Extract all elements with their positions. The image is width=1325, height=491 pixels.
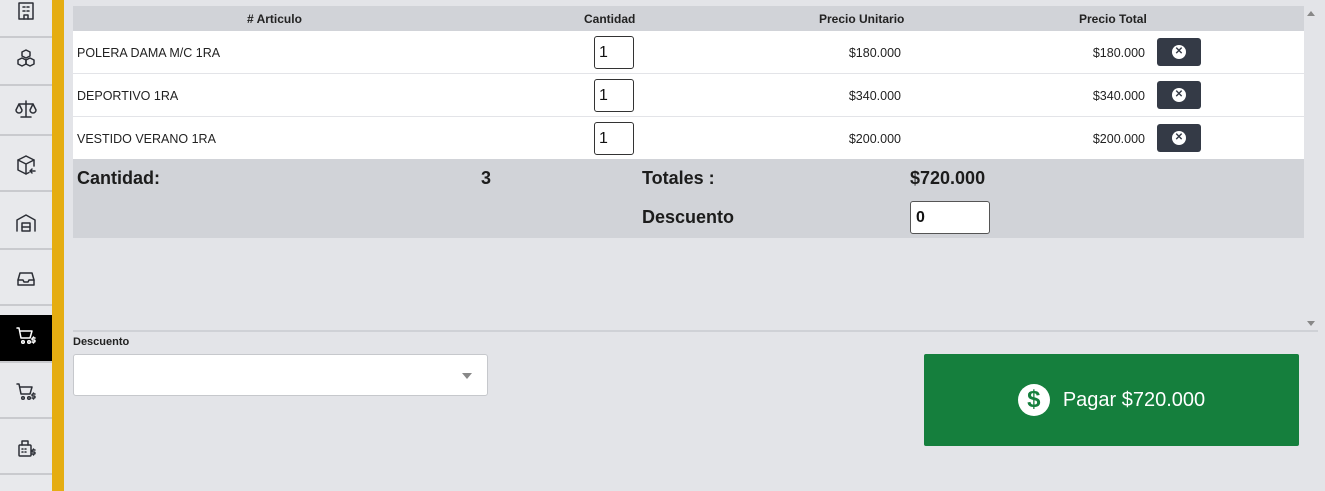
sidebar bbox=[0, 0, 52, 491]
cart-table: # Articulo Cantidad Precio Unitario Prec… bbox=[73, 6, 1304, 331]
sidebar-item-products[interactable] bbox=[0, 38, 52, 86]
quantity-input[interactable] bbox=[594, 79, 634, 112]
delete-row-button[interactable]: ✕ bbox=[1157, 81, 1201, 109]
unit-price: $340.000 bbox=[848, 89, 901, 103]
table-row: VESTIDO VERANO 1RA $200.000 $200.000 ✕ bbox=[73, 117, 1304, 160]
discount-select[interactable] bbox=[73, 354, 488, 396]
dollar-circle-icon: $ bbox=[1017, 384, 1050, 416]
sidebar-item-sales[interactable] bbox=[0, 315, 52, 363]
sidebar-item-cash-register[interactable] bbox=[0, 427, 52, 475]
chevron-down-icon bbox=[462, 373, 472, 379]
sidebar-item-sales-history[interactable] bbox=[0, 371, 52, 419]
unit-price: $200.000 bbox=[848, 132, 901, 146]
sidebar-item-building[interactable] bbox=[0, 0, 52, 38]
discount-input[interactable] bbox=[910, 201, 990, 234]
header-precio-total: Precio Total bbox=[1079, 12, 1147, 26]
item-name: DEPORTIVO 1RA bbox=[77, 89, 179, 103]
table-row: POLERA DAMA M/C 1RA $180.000 $180.000 ✕ bbox=[73, 31, 1304, 74]
sidebar-item-returns[interactable] bbox=[0, 144, 52, 192]
table-header: # Articulo Cantidad Precio Unitario Prec… bbox=[73, 6, 1304, 31]
close-circle-icon: ✕ bbox=[1172, 45, 1186, 59]
cart-dollar-icon bbox=[14, 380, 38, 409]
delete-row-button[interactable]: ✕ bbox=[1157, 124, 1201, 152]
cart-dollar-icon bbox=[14, 324, 38, 353]
pay-button-label: Pagar $720.000 bbox=[1062, 388, 1206, 411]
pay-button[interactable]: $ Pagar $720.000 bbox=[924, 354, 1299, 446]
sidebar-item-balance[interactable] bbox=[0, 88, 52, 136]
header-precio-unitario: Precio Unitario bbox=[819, 12, 905, 26]
quantity-input[interactable] bbox=[594, 122, 634, 155]
header-articulo: # Articulo bbox=[247, 12, 302, 26]
totales-value: $720.000 bbox=[910, 168, 986, 188]
discount-select-label: Descuento bbox=[73, 336, 130, 348]
inbox-icon bbox=[14, 267, 38, 296]
item-name: VESTIDO VERANO 1RA bbox=[77, 132, 216, 146]
cantidad-label: Cantidad: bbox=[77, 168, 160, 188]
sidebar-item-warehouse[interactable] bbox=[0, 202, 52, 250]
register-dollar-icon bbox=[14, 436, 38, 465]
box-arrow-icon bbox=[14, 153, 38, 182]
table-scrollbar[interactable] bbox=[1304, 6, 1318, 331]
totals-panel: Cantidad: 3 Totales : $720.000 Descuento bbox=[73, 159, 1304, 238]
descuento-label: Descuento bbox=[642, 207, 735, 227]
accent-bar bbox=[52, 0, 64, 491]
sidebar-item-inbox[interactable] bbox=[0, 258, 52, 306]
item-name: POLERA DAMA M/C 1RA bbox=[77, 46, 221, 60]
gap bbox=[64, 0, 73, 491]
scale-icon bbox=[14, 97, 38, 126]
cantidad-value: 3 bbox=[481, 168, 492, 188]
header-cantidad: Cantidad bbox=[584, 12, 636, 26]
close-circle-icon: ✕ bbox=[1172, 131, 1186, 145]
building-icon bbox=[14, 0, 38, 28]
unit-price: $180.000 bbox=[848, 46, 901, 60]
total-price: $340.000 bbox=[1092, 89, 1145, 103]
scroll-up-icon[interactable] bbox=[1307, 11, 1315, 16]
close-circle-icon: ✕ bbox=[1172, 88, 1186, 102]
total-price: $180.000 bbox=[1092, 46, 1145, 60]
warehouse-icon bbox=[14, 211, 38, 240]
quantity-input[interactable] bbox=[594, 36, 634, 69]
delete-row-button[interactable]: ✕ bbox=[1157, 38, 1201, 66]
divider bbox=[73, 330, 1318, 332]
boxes-icon bbox=[14, 47, 38, 76]
table-row: DEPORTIVO 1RA $340.000 $340.000 ✕ bbox=[73, 74, 1304, 117]
totales-label: Totales : bbox=[642, 168, 715, 188]
scroll-down-icon[interactable] bbox=[1307, 321, 1315, 326]
total-price: $200.000 bbox=[1092, 132, 1145, 146]
